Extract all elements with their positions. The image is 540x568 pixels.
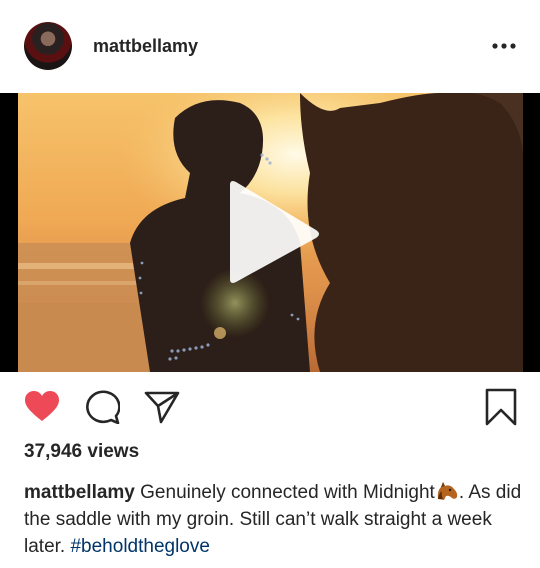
view-count[interactable]: 37,946 views	[24, 441, 139, 463]
caption-text: Genuinely connected with Midnight	[140, 482, 435, 503]
more-options-icon[interactable]	[490, 36, 518, 56]
heart-icon[interactable]	[24, 390, 60, 422]
post-caption: mattbellamy Genuinely connected with Mid…	[24, 479, 524, 560]
avatar[interactable]	[24, 22, 72, 70]
caption-username[interactable]: mattbellamy	[24, 482, 135, 503]
post-actions	[0, 380, 540, 436]
share-icon[interactable]	[144, 390, 180, 424]
bookmark-icon[interactable]	[484, 388, 518, 426]
video-thumbnail	[0, 93, 540, 372]
post-username[interactable]: mattbellamy	[93, 36, 198, 57]
comment-icon[interactable]	[84, 390, 120, 424]
hashtag-link[interactable]: #beholdtheglove	[70, 536, 209, 557]
horse-face-emoji-icon	[437, 482, 458, 500]
video-player[interactable]	[0, 93, 540, 372]
post-header: mattbellamy	[0, 0, 540, 93]
